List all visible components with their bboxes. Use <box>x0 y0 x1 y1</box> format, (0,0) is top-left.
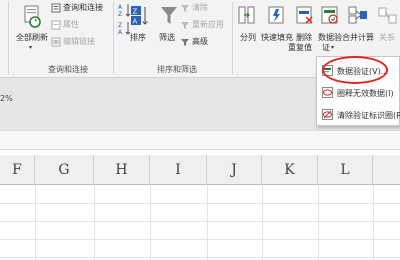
grid-line <box>94 185 95 260</box>
clear-filter-button[interactable]: 清除 <box>180 2 228 15</box>
advanced-filter-button[interactable]: 高级 <box>180 36 228 49</box>
consolidate-button[interactable]: 合并计算 <box>342 2 374 48</box>
grid-line <box>35 185 36 260</box>
filter-icon <box>161 7 177 24</box>
sort-icon: Z A <box>131 6 148 26</box>
data-validation-label-line1: 数据验 <box>318 33 342 42</box>
name-box-row <box>0 130 400 150</box>
column-header-i[interactable]: I <box>150 155 207 185</box>
consolidate-label: 合并计算 <box>342 33 374 42</box>
column-header-l[interactable]: L <box>318 155 373 185</box>
grid-line <box>0 221 400 222</box>
clear-label: 清除 <box>192 3 208 12</box>
edit-links-button[interactable]: 编辑链接 <box>49 36 109 49</box>
sort-filter-group-label: 排序和筛选 <box>157 65 197 74</box>
filter-button[interactable]: 筛选 <box>156 2 182 48</box>
grid-line <box>318 185 319 260</box>
column-header-g[interactable]: G <box>35 155 94 185</box>
sort-button[interactable]: Z A 排序 <box>128 2 152 48</box>
sort-label: 排序 <box>130 33 146 42</box>
group-separator <box>8 2 9 74</box>
menu-item-clear-validation-circles[interactable]: 清除验证标识圈(R) <box>317 105 400 125</box>
reapply-button[interactable]: 重新应用 <box>180 19 238 32</box>
grid-line <box>0 257 400 258</box>
menu-item-label: 圈释无效数据(I) <box>337 89 394 98</box>
svg-text:Z: Z <box>118 11 122 18</box>
clear-circles-icon <box>322 109 333 120</box>
data-validation-icon <box>321 6 338 24</box>
reapply-icon <box>181 22 189 29</box>
menu-item-circle-invalid-data[interactable]: 圈释无效数据(I) <box>317 83 400 103</box>
text-to-columns-label: 分列 <box>240 33 256 42</box>
data-validation-button[interactable]: 数据验 证 ▾ <box>318 2 342 54</box>
grid-line <box>0 239 400 240</box>
reapply-label: 重新应用 <box>192 20 224 29</box>
group-separator <box>232 2 233 74</box>
remove-duplicates-icon <box>296 6 313 24</box>
column-header-k[interactable]: K <box>262 155 318 185</box>
properties-label: 属性 <box>63 20 79 29</box>
advanced-label: 高级 <box>192 37 208 46</box>
refresh-all-button[interactable]: 全部刷新 ▾ <box>14 2 50 52</box>
filter-label: 筛选 <box>159 33 175 42</box>
refresh-all-icon <box>24 5 41 28</box>
remove-duplicates-button[interactable]: 删除 重复值 <box>288 2 316 60</box>
menu-item-label: 清除验证标识圈(R) <box>337 111 400 120</box>
relationships-icon <box>378 7 397 24</box>
column-header-j[interactable]: J <box>207 155 262 185</box>
grid-line <box>373 185 374 260</box>
remove-duplicates-label-line2: 重复值 <box>288 43 312 52</box>
relationships-button[interactable]: 关系 <box>376 2 400 48</box>
grid-line <box>150 185 151 260</box>
consolidate-icon <box>348 6 367 24</box>
queries-connections-button[interactable]: 查询和连接 <box>49 2 109 15</box>
svg-text:A: A <box>133 18 138 26</box>
group-separator <box>113 2 114 74</box>
edit-links-icon <box>51 37 61 47</box>
flash-fill-icon <box>268 6 284 24</box>
grid-line <box>262 185 263 260</box>
advanced-filter-icon <box>181 39 189 46</box>
svg-text:A: A <box>118 4 123 11</box>
properties-button[interactable]: 属性 <box>49 19 109 32</box>
chevron-down-icon: ▾ <box>331 44 335 51</box>
edit-links-label: 编辑链接 <box>63 37 95 46</box>
queries-connections-label: 查询和连接 <box>63 3 103 12</box>
svg-text:Z: Z <box>118 22 122 29</box>
zoom-level-fragment: 2% <box>0 94 13 103</box>
data-validation-label-line2: 证 <box>322 43 330 52</box>
text-to-columns-button[interactable]: 分列 <box>236 2 258 48</box>
grid-line <box>207 185 208 260</box>
remove-duplicates-label-line1: 删除 <box>296 33 312 42</box>
worksheet-grid[interactable] <box>0 185 400 260</box>
queries-group-label: 查询和连接 <box>48 65 88 74</box>
text-to-columns-icon <box>238 6 255 24</box>
clear-filter-icon <box>181 5 189 12</box>
circle-invalid-icon <box>322 87 333 98</box>
column-header-h[interactable]: H <box>94 155 150 185</box>
queries-icon <box>51 3 61 13</box>
relationships-label: 关系 <box>379 33 395 42</box>
chevron-down-icon: ▾ <box>29 44 33 51</box>
column-header-next[interactable] <box>373 155 400 185</box>
refresh-all-label: 全部刷新 <box>16 33 48 42</box>
highlight-ring <box>322 56 388 84</box>
column-header-f[interactable]: F <box>0 155 35 185</box>
flash-fill-label: 快速填充 <box>261 33 293 42</box>
grid-line <box>0 203 400 204</box>
svg-text:Z: Z <box>133 8 138 16</box>
svg-text:A: A <box>118 29 123 36</box>
flash-fill-button[interactable]: 快速填充 <box>261 2 293 48</box>
properties-icon <box>51 20 61 30</box>
